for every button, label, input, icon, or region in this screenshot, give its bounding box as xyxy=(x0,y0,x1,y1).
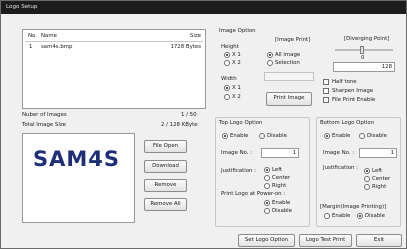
image-print-heading: [Image Print] xyxy=(275,37,311,43)
top-center-label: Center xyxy=(272,175,291,181)
top-left-label: Left xyxy=(272,167,283,173)
margin-enable-label: Enable xyxy=(332,213,351,219)
table-row[interactable]: 1 sam4s.bmp 1728 Bytes xyxy=(23,43,205,51)
bottom-logo-title: Bottom Logo Option xyxy=(320,120,375,126)
top-logo-title: Top Logo Option xyxy=(219,120,263,126)
width-x2-radio[interactable] xyxy=(224,94,230,100)
file-print-enable-checkbox[interactable] xyxy=(323,97,329,103)
image-option-title: Image Option xyxy=(219,28,256,34)
power-enable-radio[interactable] xyxy=(264,200,270,206)
top-enable-radio[interactable] xyxy=(222,133,228,139)
sharpen-image-checkbox[interactable] xyxy=(323,88,329,94)
slider-thumb[interactable] xyxy=(360,46,364,54)
bottom-image-no-label: Image No. : xyxy=(323,150,355,156)
col-header-size[interactable]: Size xyxy=(190,33,201,39)
margin-label: [Margin(Image Printing)] xyxy=(320,204,387,210)
print-image-button[interactable]: Print Image xyxy=(266,92,312,106)
height-x2-radio[interactable] xyxy=(224,60,230,66)
diverging-slider[interactable] xyxy=(333,46,395,54)
power-disable-radio[interactable] xyxy=(264,208,270,214)
selection-input[interactable] xyxy=(264,72,314,81)
title-bar[interactable]: Logo Setup xyxy=(1,1,406,14)
top-image-no-label: Image No. : xyxy=(221,150,253,156)
file-open-button[interactable]: File Open xyxy=(144,140,187,153)
col-header-no[interactable]: No. xyxy=(28,33,37,39)
row-size: 1728 Bytes xyxy=(170,44,201,50)
image-count-label: Nuber of Images xyxy=(22,112,67,118)
bottom-right-label: Right xyxy=(372,184,387,190)
image-count-value: 1 / 50 xyxy=(181,112,197,118)
image-size-label: Total Image Size xyxy=(22,122,66,128)
height-x1-label: X 1 xyxy=(232,52,241,58)
bottom-center-label: Center xyxy=(372,176,391,182)
row-name: sam4s.bmp xyxy=(41,44,73,50)
top-enable-label: Enable xyxy=(230,133,249,139)
all-image-label: All image xyxy=(275,52,301,58)
all-image-radio[interactable] xyxy=(267,52,273,58)
top-right-radio[interactable] xyxy=(264,183,270,189)
slider-min-value: 0 xyxy=(361,55,365,61)
bottom-enable-radio[interactable] xyxy=(324,133,330,139)
power-on-label: Print Logo at Power-on : xyxy=(221,191,286,197)
remove-button[interactable]: Remove xyxy=(144,179,187,192)
height-x2-label: X 2 xyxy=(232,60,241,66)
selection-radio[interactable] xyxy=(267,60,273,66)
margin-enable-radio[interactable] xyxy=(324,213,330,219)
file-print-enable-label: File Print Enable xyxy=(332,97,376,103)
bottom-right-radio[interactable] xyxy=(364,184,370,190)
top-image-no-input[interactable]: 1 xyxy=(261,148,299,158)
logo-preview-image: SAM4S xyxy=(33,147,121,171)
width-x1-radio[interactable] xyxy=(224,85,230,91)
height-label: Height xyxy=(221,44,239,50)
width-x1-label: X 1 xyxy=(232,85,241,91)
row-no: 1 xyxy=(29,44,33,50)
bottom-enable-label: Enable xyxy=(332,133,351,139)
col-header-name[interactable]: Name xyxy=(41,33,57,39)
top-disable-radio[interactable] xyxy=(259,133,265,139)
top-disable-label: Disable xyxy=(267,133,287,139)
top-left-radio[interactable] xyxy=(264,167,270,173)
download-button[interactable]: Download xyxy=(144,160,187,173)
exit-button[interactable]: Exit xyxy=(356,234,402,247)
top-justification-label: Justification : xyxy=(221,168,256,174)
diverging-value-input[interactable]: 128 xyxy=(333,62,395,72)
margin-disable-label: Disable xyxy=(365,213,385,219)
top-center-radio[interactable] xyxy=(264,175,270,181)
half-tone-label: Half tone xyxy=(332,79,357,85)
bottom-justification-label: Justification : xyxy=(323,165,358,171)
bottom-image-no-input[interactable]: 1 xyxy=(359,148,397,158)
top-right-label: Right xyxy=(272,183,287,189)
logo-preview: SAM4S xyxy=(22,133,135,223)
window-title: Logo Setup xyxy=(6,4,38,10)
power-enable-label: Enable xyxy=(272,200,291,206)
set-logo-option-button[interactable]: Set Logo Option xyxy=(238,234,295,247)
bottom-left-label: Left xyxy=(372,168,383,174)
bottom-left-radio[interactable] xyxy=(364,168,370,174)
width-x2-label: X 2 xyxy=(232,94,241,100)
file-list[interactable]: No. Name Size 1 sam4s.bmp 1728 Bytes xyxy=(22,29,206,109)
height-x1-radio[interactable] xyxy=(224,52,230,58)
sharpen-image-label: Sharpen Image xyxy=(332,88,374,94)
width-label: Width xyxy=(221,76,237,82)
power-disable-label: Disable xyxy=(272,208,292,214)
logo-setup-window: Logo Setup No. Name Size 1 sam4s.bmp 172… xyxy=(0,0,407,249)
half-tone-checkbox[interactable] xyxy=(323,79,329,85)
diverging-point-heading: [Diverging Point] xyxy=(344,36,390,42)
margin-disable-radio[interactable] xyxy=(357,213,363,219)
bottom-center-radio[interactable] xyxy=(364,176,370,182)
image-size-value: 2 / 128 KByte xyxy=(161,122,198,128)
bottom-disable-label: Disable xyxy=(367,133,387,139)
remove-all-button[interactable]: Remove All xyxy=(144,198,187,211)
bottom-disable-radio[interactable] xyxy=(359,133,365,139)
logo-test-print-button[interactable]: Logo Test Print xyxy=(299,234,352,247)
selection-label: Selection xyxy=(275,60,300,66)
